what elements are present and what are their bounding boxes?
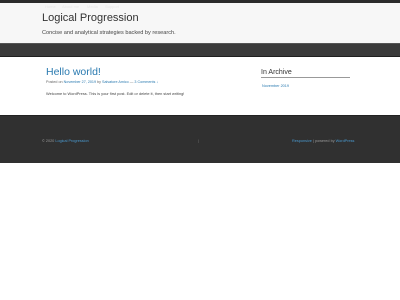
archive-link[interactable]: November 2019 bbox=[262, 84, 289, 88]
credits-separator: | bbox=[312, 139, 314, 143]
widget-title-divider bbox=[261, 77, 350, 78]
site-description: Concise and analytical strategies backed… bbox=[42, 30, 176, 36]
post-comments-link[interactable]: 3 Comments bbox=[134, 80, 155, 84]
nav-item-home[interactable]: Home bbox=[45, 4, 56, 9]
comments-arrow-icon[interactable]: ↓ bbox=[156, 80, 158, 84]
footer-separator: | bbox=[198, 139, 199, 143]
theme-link[interactable]: Responsive bbox=[292, 139, 312, 143]
page-background bbox=[0, 163, 400, 300]
archive-widget-title: In Archive bbox=[261, 69, 292, 76]
post-title[interactable]: Hello world! bbox=[46, 66, 101, 78]
nav-item-about-me[interactable]: About me bbox=[62, 4, 79, 9]
copyright-text: © 2020 bbox=[42, 139, 55, 143]
nav-item-support[interactable]: Support bbox=[105, 4, 119, 9]
post-body: Welcome to WordPress. This is your first… bbox=[46, 91, 185, 96]
post-meta-by: by bbox=[97, 80, 101, 84]
footer-copyright: © 2020 Logical Progression bbox=[42, 139, 89, 143]
site-title[interactable]: Logical Progression bbox=[42, 12, 139, 24]
top-bar bbox=[0, 0, 400, 3]
post-author-link[interactable]: Salvatore Amico bbox=[102, 80, 129, 84]
main-navigation bbox=[0, 43, 400, 57]
footer-credits: Responsive | powered by WordPress bbox=[292, 139, 354, 143]
wordpress-link[interactable]: WordPress bbox=[336, 139, 355, 143]
post-meta-dash: — bbox=[129, 80, 134, 84]
powered-by-text: powered by bbox=[314, 139, 335, 143]
post-meta: Posted on November 27, 2019 by Salvatore… bbox=[46, 80, 158, 84]
footer-site-link[interactable]: Logical Progression bbox=[55, 139, 88, 143]
post-meta-prefix: Posted on bbox=[46, 80, 63, 84]
nav-item-media[interactable]: Media bbox=[87, 4, 98, 9]
post-date-link[interactable]: November 27, 2019 bbox=[64, 80, 96, 84]
